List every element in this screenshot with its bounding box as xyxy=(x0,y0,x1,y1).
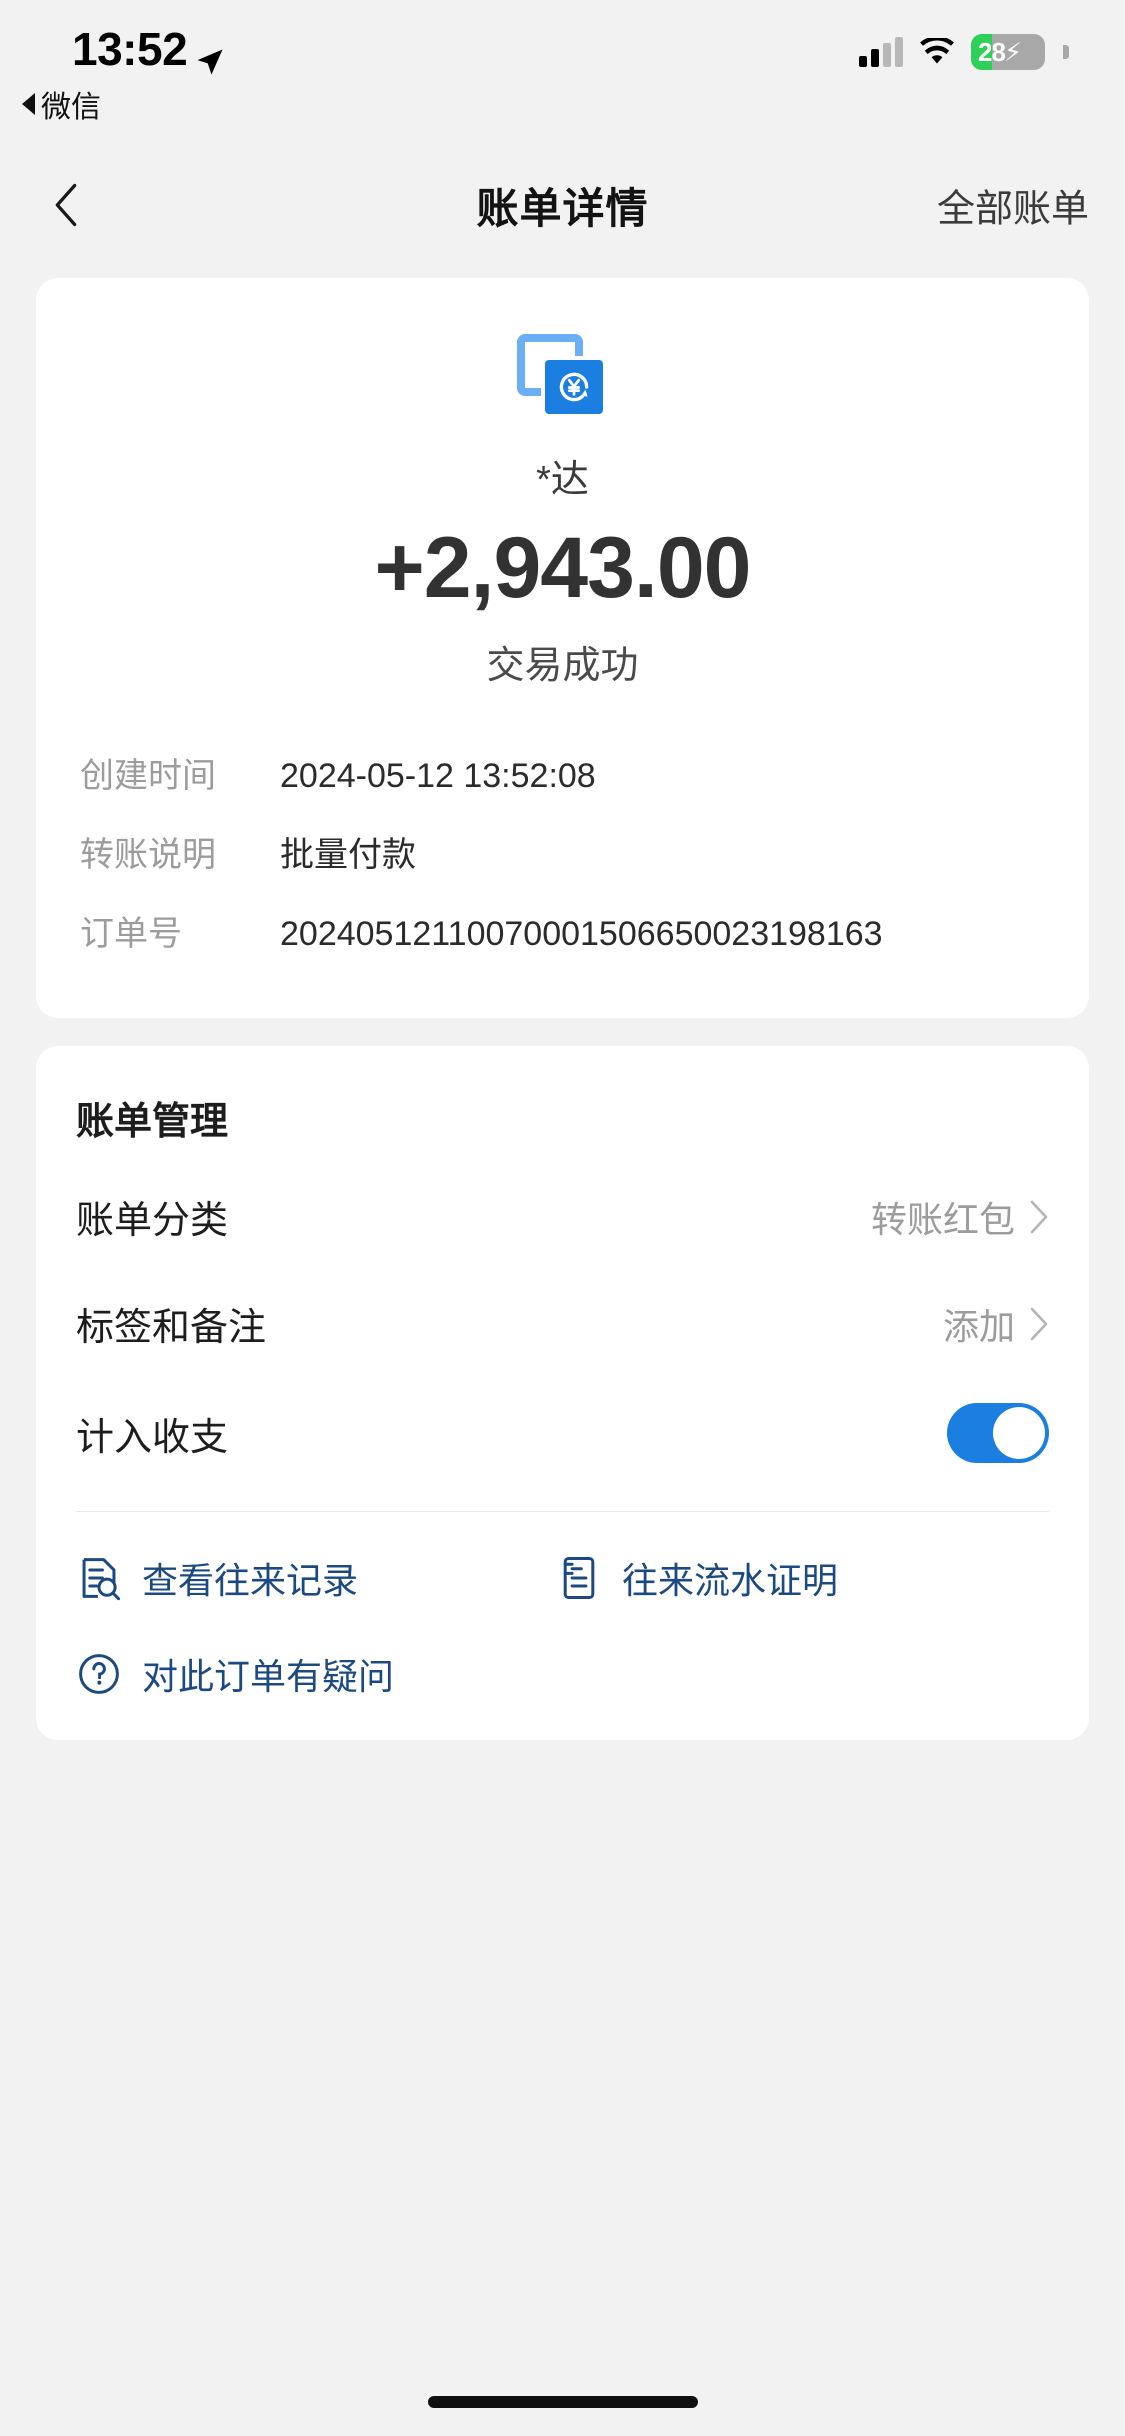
detail-label: 创建时间 xyxy=(80,757,216,795)
include-in-budget-label: 计入收支 xyxy=(76,1416,229,1459)
detail-label: 订单号 xyxy=(80,915,182,953)
payee-name: *达 xyxy=(536,459,589,501)
document-list-icon xyxy=(563,1556,595,1600)
transfer-cards-icon xyxy=(516,334,609,420)
status-bar-time-group: 13:52 xyxy=(72,22,225,76)
status-bar: 13:52 微信 28 ⚡ xyxy=(0,0,1125,150)
home-indicator xyxy=(427,2396,698,2408)
toggle-knob xyxy=(993,1407,1045,1459)
bill-category-row[interactable]: 账单分类 转账红包 xyxy=(36,1163,1089,1270)
flow-certificate-link[interactable]: 往来流水证明 xyxy=(556,1552,838,1604)
battery-cap xyxy=(1063,45,1069,59)
section-title: 账单管理 xyxy=(76,1101,229,1143)
tags-notes-row[interactable]: 标签和备注 添加 xyxy=(36,1270,1089,1377)
view-records-link[interactable]: 查看往来记录 xyxy=(76,1552,556,1604)
battery-icon: 28 ⚡ xyxy=(971,34,1045,70)
triangle-left-icon xyxy=(22,93,35,115)
yuan-refresh-icon xyxy=(559,372,588,402)
detail-value-order-number: 20240512110070001506650023198163 xyxy=(280,915,883,953)
all-bills-link[interactable]: 全部账单 xyxy=(937,178,1089,233)
order-question-label: 对此订单有疑问 xyxy=(142,1656,395,1697)
bill-icon-wrap xyxy=(36,334,1089,420)
detail-label: 转账说明 xyxy=(80,836,216,874)
detail-row: 创建时间 2024-05-12 13:52:08 xyxy=(80,737,1045,816)
chevron-right-icon xyxy=(1030,1200,1048,1233)
include-in-budget-toggle[interactable] xyxy=(947,1403,1049,1463)
wifi-icon xyxy=(918,36,956,66)
charging-bolt-icon: ⚡ xyxy=(1003,36,1023,67)
detail-row: 订单号 20240512110070001506650023198163 xyxy=(80,895,1045,974)
chevron-right-icon xyxy=(1030,1307,1048,1340)
order-question-link[interactable]: 对此订单有疑问 xyxy=(76,1648,556,1700)
transaction-card: *达 +2,943.00 交易成功 创建时间 2024-05-12 13:52:… xyxy=(36,278,1089,1018)
status-bar-indicators: 28 ⚡ xyxy=(859,34,1069,70)
transfer-card-front xyxy=(540,356,607,418)
question-circle-icon xyxy=(79,1654,119,1694)
action-link-row: 查看往来记录 往来流水证明 xyxy=(76,1552,1049,1604)
flow-certificate-label: 往来流水证明 xyxy=(622,1560,839,1601)
tags-notes-value: 添加 xyxy=(942,1305,1015,1347)
tags-notes-label: 标签和备注 xyxy=(76,1307,267,1349)
document-search-icon xyxy=(82,1558,121,1601)
battery-level-label: 28 xyxy=(978,36,1006,67)
status-bar-time: 13:52 xyxy=(72,23,188,75)
bill-category-value: 转账红包 xyxy=(870,1198,1015,1240)
action-links: 查看往来记录 往来流水证明 对此订单有疑问 xyxy=(36,1512,1089,1700)
transaction-status: 交易成功 xyxy=(486,645,639,687)
chevron-left-icon xyxy=(55,183,77,227)
include-in-budget-row[interactable]: 计入收支 xyxy=(36,1377,1089,1489)
detail-value: 批量付款 xyxy=(280,836,416,874)
back-button[interactable] xyxy=(36,175,96,235)
cellular-signal-icon xyxy=(859,37,903,67)
bill-management-card: 账单管理 账单分类 转账红包 标签和备注 添加 计入收支 查看往来记录 往来流水… xyxy=(36,1046,1089,1740)
detail-value: 2024-05-12 13:52:08 xyxy=(280,757,596,795)
action-link-row: 对此订单有疑问 xyxy=(76,1648,1049,1700)
transaction-detail-list: 创建时间 2024-05-12 13:52:08 转账说明 批量付款 订单号 2… xyxy=(36,737,1089,974)
location-arrow-icon xyxy=(195,34,225,75)
back-to-app-button[interactable]: 微信 xyxy=(22,82,101,126)
back-to-app-label: 微信 xyxy=(41,91,101,124)
detail-row: 转账说明 批量付款 xyxy=(80,816,1045,895)
transaction-amount: +2,943.00 xyxy=(374,520,752,616)
view-records-label: 查看往来记录 xyxy=(142,1560,359,1601)
bill-category-label: 账单分类 xyxy=(76,1200,229,1242)
navigation-bar: 账单详情 全部账单 xyxy=(0,150,1125,260)
